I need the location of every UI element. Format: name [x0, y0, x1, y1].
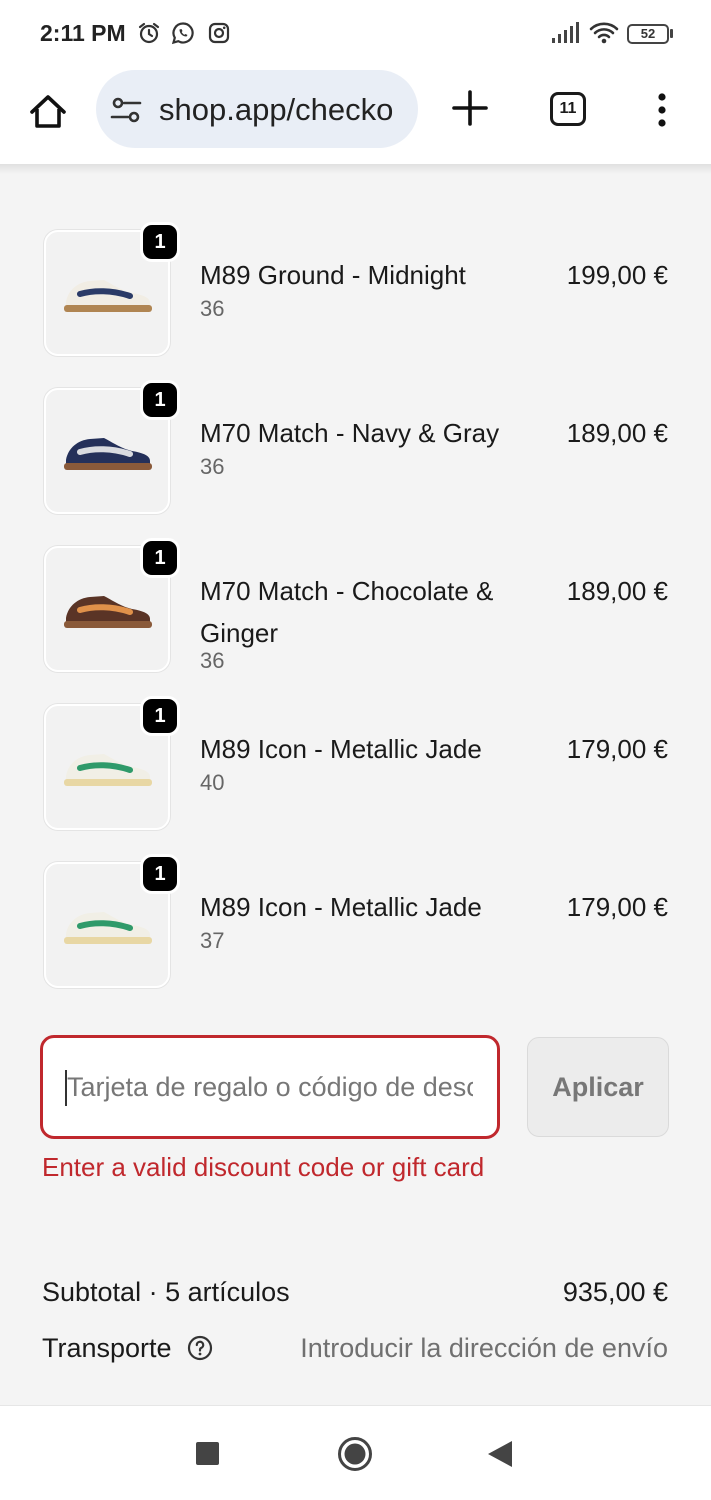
- product-variant: 36: [200, 454, 225, 479]
- apply-discount-button[interactable]: Aplicar: [527, 1037, 669, 1137]
- cart-item: 1 M70 Match - Chocolate & Ginger 36 189,00 …: [0, 538, 711, 686]
- system-nav-bar: [0, 1405, 711, 1500]
- sneaker-icon: [64, 280, 152, 312]
- product-price: 179,00 €: [566, 734, 668, 764]
- cart-item: 1 M89 Icon - Metallic Jade 40 179,00 €: [0, 696, 711, 844]
- tabs-icon[interactable]: 11: [550, 92, 586, 126]
- back-icon[interactable]: [486, 1439, 514, 1469]
- cart-item: 1 M89 Icon - Metallic Jade 37 179,00 €: [0, 854, 711, 1002]
- alarm-icon: [138, 22, 160, 44]
- wifi-icon: [589, 22, 619, 44]
- sneaker-icon: [64, 912, 152, 944]
- product-price: 199,00 €: [566, 260, 668, 290]
- text-cursor: [65, 1070, 67, 1106]
- instagram-icon: [208, 22, 230, 44]
- toolbar-divider: [0, 164, 711, 174]
- product-price: 189,00 €: [566, 418, 668, 448]
- signal-icon: [552, 22, 579, 43]
- help-icon[interactable]: [187, 1335, 213, 1361]
- nav-home-icon[interactable]: [337, 1436, 373, 1472]
- browser-toolbar: shop.app/checko 11: [0, 66, 711, 164]
- cart-item: 1 M89 Ground - Midnight 36 199,00 €: [0, 222, 711, 370]
- product-variant: 36: [200, 296, 225, 321]
- product-name: M89 Icon - Metallic Jade: [200, 892, 482, 922]
- quantity-badge: 1: [140, 854, 180, 894]
- status-time: 2:11 PM: [40, 20, 126, 46]
- recents-icon[interactable]: [196, 1442, 219, 1465]
- discount-code-input[interactable]: [40, 1035, 500, 1139]
- product-price: 189,00 €: [566, 576, 668, 606]
- discount-error-message: Enter a valid discount code or gift card: [42, 1152, 485, 1182]
- site-settings-icon[interactable]: [110, 96, 142, 124]
- product-name: M70 Match - Chocolate & Ginger: [200, 576, 494, 648]
- product-name: M89 Icon - Metallic Jade: [200, 734, 482, 764]
- battery-tip: [670, 29, 673, 38]
- shipping-label: Transporte: [42, 1333, 172, 1363]
- sneaker-icon: [64, 438, 152, 470]
- whatsapp-icon: [171, 22, 194, 45]
- battery-icon: 52: [627, 24, 669, 44]
- more-vert-icon[interactable]: [650, 92, 674, 128]
- product-variant: 37: [200, 928, 225, 953]
- home-icon[interactable]: [26, 90, 70, 134]
- subtotal-label: Subtotal · 5 artículos: [42, 1277, 290, 1307]
- product-variant: 40: [200, 770, 225, 795]
- url-bar[interactable]: shop.app/checko: [96, 70, 418, 148]
- sneaker-icon: [64, 596, 152, 628]
- new-tab-plus-icon[interactable]: [450, 88, 490, 128]
- product-name: M70 Match - Navy & Gray: [200, 418, 500, 448]
- quantity-badge: 1: [140, 696, 180, 736]
- product-price: 179,00 €: [566, 892, 668, 922]
- url-text[interactable]: shop.app/checko: [159, 92, 393, 128]
- sneaker-icon: [64, 754, 152, 786]
- quantity-badge: 1: [140, 538, 180, 578]
- product-variant: 36: [200, 648, 225, 673]
- subtotal-value: 935,00 €: [562, 1277, 668, 1307]
- quantity-badge: 1: [140, 380, 180, 420]
- cart-item: 1 M70 Match - Navy & Gray 36 189,00 €: [0, 380, 711, 528]
- shipping-value: Introducir la dirección de envío: [300, 1333, 668, 1363]
- quantity-badge: 1: [140, 222, 180, 262]
- status-bar: 2:11 PM 52: [0, 0, 711, 66]
- product-name: M89 Ground - Midnight: [200, 260, 466, 290]
